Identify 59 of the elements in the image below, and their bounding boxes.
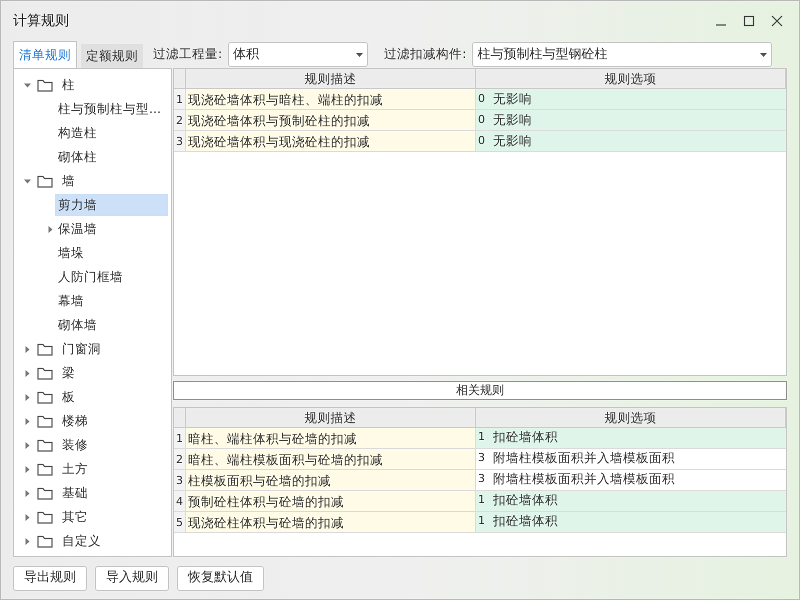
window-title: 计算规则: [13, 12, 69, 30]
section-header: 相关规则: [173, 380, 787, 400]
tree-item[interactable]: 自定义: [59, 530, 104, 552]
row-number: 2: [174, 110, 186, 131]
tree-item[interactable]: 墙垛: [55, 242, 87, 264]
tree-item[interactable]: 板: [59, 386, 78, 408]
tree-item[interactable]: 幕墙: [55, 290, 87, 312]
option-cell[interactable]: 0 无影响: [476, 110, 786, 131]
table-cell: 暗柱、端柱体积与砼墙的扣减: [186, 428, 476, 449]
tree-item[interactable]: 柱: [59, 74, 78, 96]
option-cell[interactable]: 3 附墙柱模板面积并入墙模板面积: [476, 470, 786, 491]
option-cell[interactable]: 0 无影响: [476, 89, 786, 110]
column-header: 规则选项: [476, 69, 786, 89]
table-cell: 现浇砼墙体积与暗柱、端柱的扣减: [186, 89, 476, 110]
row-number: 3: [174, 131, 186, 152]
option-cell[interactable]: 1 扣砼墙体积: [476, 428, 786, 449]
tree-item[interactable]: 基础: [59, 482, 91, 504]
tab[interactable]: 定额规则: [81, 44, 143, 68]
tree-item[interactable]: 土方: [59, 458, 91, 480]
tree-item[interactable]: 墙: [59, 170, 78, 192]
tree-item[interactable]: 门窗洞: [59, 338, 104, 360]
dropdown[interactable]: 柱与预制柱与型钢砼柱: [472, 42, 772, 67]
filter-label: 过滤工程量:: [153, 45, 222, 64]
tree-item[interactable]: 柱与预制柱与型...: [55, 98, 164, 120]
option-cell[interactable]: 1 扣砼墙体积: [476, 512, 786, 533]
filter-label: 过滤扣减构件:: [384, 45, 466, 64]
column-header: 规则描述: [186, 69, 476, 89]
table-cell: 暗柱、端柱模板面积与砼墙的扣减: [186, 448, 476, 470]
option-cell[interactable]: 3 附墙柱模板面积并入墙模板面积: [476, 448, 786, 470]
tree-item[interactable]: 人防门框墙: [55, 266, 126, 288]
dropdown[interactable]: 体积: [228, 42, 368, 67]
row-number: 3: [174, 470, 186, 491]
tab[interactable]: 清单规则: [13, 41, 77, 68]
tree-item[interactable]: 构造柱: [55, 122, 100, 144]
tree-item[interactable]: 楼梯: [59, 410, 91, 432]
tree-item[interactable]: 其它: [59, 506, 91, 528]
option-cell[interactable]: 1 扣砼墙体积: [476, 490, 786, 512]
table-cell: 柱模板面积与砼墙的扣减: [186, 470, 476, 491]
table-cell: 预制砼柱体积与砼墙的扣减: [186, 490, 476, 512]
table-cell: 现浇砼柱体积与砼墙的扣减: [186, 512, 476, 533]
option-cell[interactable]: 0 无影响: [476, 131, 786, 152]
tree-item[interactable]: 保温墙: [55, 218, 100, 240]
tree-item[interactable]: 砌体柱: [55, 146, 100, 168]
column-header: 规则选项: [476, 408, 786, 428]
action-button[interactable]: 导出规则: [13, 566, 87, 590]
action-button[interactable]: 导入规则: [95, 566, 169, 590]
row-number: 5: [174, 512, 186, 533]
row-number: 1: [174, 89, 186, 110]
column-header: 规则描述: [186, 408, 476, 428]
tree-item[interactable]: 剪力墙: [55, 194, 168, 216]
row-number: 1: [174, 428, 186, 449]
table-cell: 现浇砼墙体积与预制砼柱的扣减: [186, 110, 476, 131]
tree-item[interactable]: 砌体墙: [55, 314, 100, 336]
tree-item[interactable]: 梁: [59, 362, 78, 384]
row-number: 4: [174, 490, 186, 512]
table-cell: 现浇砼墙体积与现浇砼柱的扣减: [186, 131, 476, 152]
row-number: 2: [174, 448, 186, 470]
tree-item[interactable]: 装修: [59, 434, 91, 456]
action-button[interactable]: 恢复默认值: [177, 566, 264, 590]
